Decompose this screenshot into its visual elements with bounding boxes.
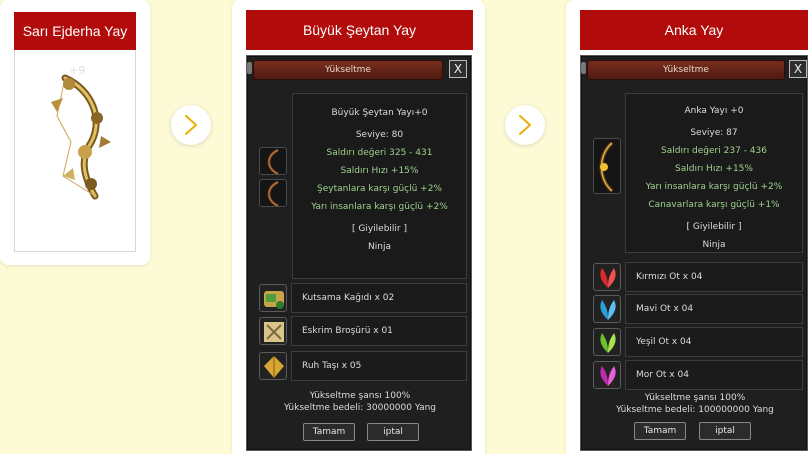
item-slot-bottom bbox=[259, 179, 287, 207]
window-titlebar[interactable]: Yükseltme bbox=[253, 60, 443, 80]
chevron-right-icon bbox=[185, 115, 197, 135]
upgrade-window: Yükseltme X Anka Yayı +0 Seviye: 87 Sald… bbox=[580, 55, 808, 451]
window-handle bbox=[581, 62, 586, 74]
material-row: Kutsama Kağıdı x 02 bbox=[291, 283, 467, 313]
demon-bow-icon bbox=[267, 148, 279, 174]
item-stat: Saldırı Hızı +15% bbox=[675, 164, 753, 174]
card-title: Büyük Şeytan Yay bbox=[246, 10, 473, 50]
item-info-panel: Anka Yayı +0 Seviye: 87 Saldırı değeri 2… bbox=[625, 93, 803, 253]
item-card-sari-ejderha-yay: Sarı Ejderha Yay +9 bbox=[0, 0, 150, 265]
purple-herb-icon bbox=[593, 361, 621, 389]
upgrade-chance: Yükseltme şansı 100% bbox=[644, 393, 746, 403]
fencing-brochure-icon bbox=[259, 317, 287, 345]
ok-button[interactable]: Tamam bbox=[303, 423, 355, 441]
material-label: Eskrim Broşürü x 01 bbox=[302, 326, 393, 336]
spirit-stone-icon bbox=[259, 352, 287, 380]
window-handle bbox=[247, 62, 252, 74]
card-title: Anka Yay bbox=[580, 10, 808, 50]
blessing-scroll-icon bbox=[259, 284, 287, 312]
phoenix-bow-icon bbox=[599, 141, 614, 193]
material-label: Kutsama Kağıdı x 02 bbox=[302, 293, 395, 303]
demon-bow-lower-icon bbox=[267, 180, 279, 206]
yellow-dragon-bow-icon bbox=[51, 74, 111, 200]
item-class: Ninja bbox=[702, 240, 726, 250]
window-title: Yükseltme bbox=[663, 65, 709, 75]
item-stat: Şeytanlara karşı güçlü +2% bbox=[317, 184, 442, 194]
cancel-button[interactable]: iptal bbox=[367, 423, 419, 441]
card-title: Sarı Ejderha Yay bbox=[14, 12, 136, 50]
upgrade-cost: Yükseltme bedeli: 100000000 Yang bbox=[616, 405, 774, 415]
upgrade-window: Yükseltme X Büyük Şeytan Yayı+0 Seviye: … bbox=[246, 55, 472, 451]
material-label: Ruh Taşı x 05 bbox=[302, 361, 362, 371]
item-stat: Saldırı değeri 325 - 431 bbox=[326, 148, 433, 158]
item-stat: Canavarlara karşı güçlü +1% bbox=[648, 200, 780, 210]
upgrade-cost: Yükseltme bedeli: 30000000 Yang bbox=[283, 403, 437, 413]
ok-button[interactable]: Tamam bbox=[634, 422, 686, 440]
item-card-anka-yay: Anka Yay Yükseltme X Anka Yayı +0 Seviye… bbox=[566, 0, 812, 454]
item-name: Anka Yayı +0 bbox=[684, 106, 744, 116]
item-wearable: [ Giyilebilir ] bbox=[352, 224, 407, 234]
item-stat: Yarı insanlara karşı güçlü +2% bbox=[311, 202, 448, 212]
material-label: Yeşil Ot x 04 bbox=[636, 337, 692, 347]
upgrade-footer: Yükseltme şansı 100% Yükseltme bedeli: 1… bbox=[581, 392, 809, 416]
item-card-buyuk-seytan-yay: Büyük Şeytan Yay Yükseltme X Büyük Şeyta… bbox=[232, 0, 485, 454]
item-slot-top bbox=[259, 147, 287, 175]
red-herb-icon bbox=[593, 263, 621, 291]
upgrade-chance: Yükseltme şansı 100% bbox=[309, 391, 411, 401]
next-arrow-button[interactable] bbox=[171, 105, 211, 145]
material-row: Yeşil Ot x 04 bbox=[625, 327, 803, 357]
material-row: Kırmızı Ot x 04 bbox=[625, 262, 803, 292]
material-label: Mor Ot x 04 bbox=[636, 370, 689, 380]
upgrade-footer: Yükseltme şansı 100% Yükseltme bedeli: 3… bbox=[247, 390, 473, 414]
chevron-right-icon bbox=[519, 115, 531, 135]
green-herb-icon bbox=[593, 328, 621, 356]
item-class: Ninja bbox=[368, 242, 391, 252]
item-info-panel: Büyük Şeytan Yayı+0 Seviye: 80 Saldırı d… bbox=[292, 93, 467, 279]
item-level: Seviye: 80 bbox=[355, 130, 404, 140]
window-title: Yükseltme bbox=[325, 65, 371, 75]
item-image-frame: +9 bbox=[14, 50, 136, 252]
close-button[interactable]: X bbox=[449, 60, 467, 78]
material-row: Ruh Taşı x 05 bbox=[291, 351, 467, 381]
item-stat: Yarı insanlara karşı güçlü +2% bbox=[645, 182, 783, 192]
material-row: Eskrim Broşürü x 01 bbox=[291, 316, 467, 346]
material-row: Mor Ot x 04 bbox=[625, 360, 803, 390]
window-titlebar[interactable]: Yükseltme bbox=[587, 60, 785, 80]
item-stat: Saldırı değeri 237 - 436 bbox=[661, 146, 767, 156]
item-wearable: [ Giyilebilir ] bbox=[686, 222, 742, 232]
cancel-button[interactable]: iptal bbox=[699, 422, 751, 440]
next-arrow-button[interactable] bbox=[505, 105, 545, 145]
item-name: Büyük Şeytan Yayı+0 bbox=[331, 108, 428, 118]
item-level: Seviye: 87 bbox=[690, 128, 738, 138]
blue-herb-icon bbox=[593, 295, 621, 323]
item-slot bbox=[593, 138, 621, 194]
material-row: Mavi Ot x 04 bbox=[625, 294, 803, 324]
material-label: Kırmızı Ot x 04 bbox=[636, 272, 703, 282]
material-label: Mavi Ot x 04 bbox=[636, 304, 694, 314]
item-stat: Saldırı Hızı +15% bbox=[340, 166, 419, 176]
close-button[interactable]: X bbox=[789, 60, 807, 78]
